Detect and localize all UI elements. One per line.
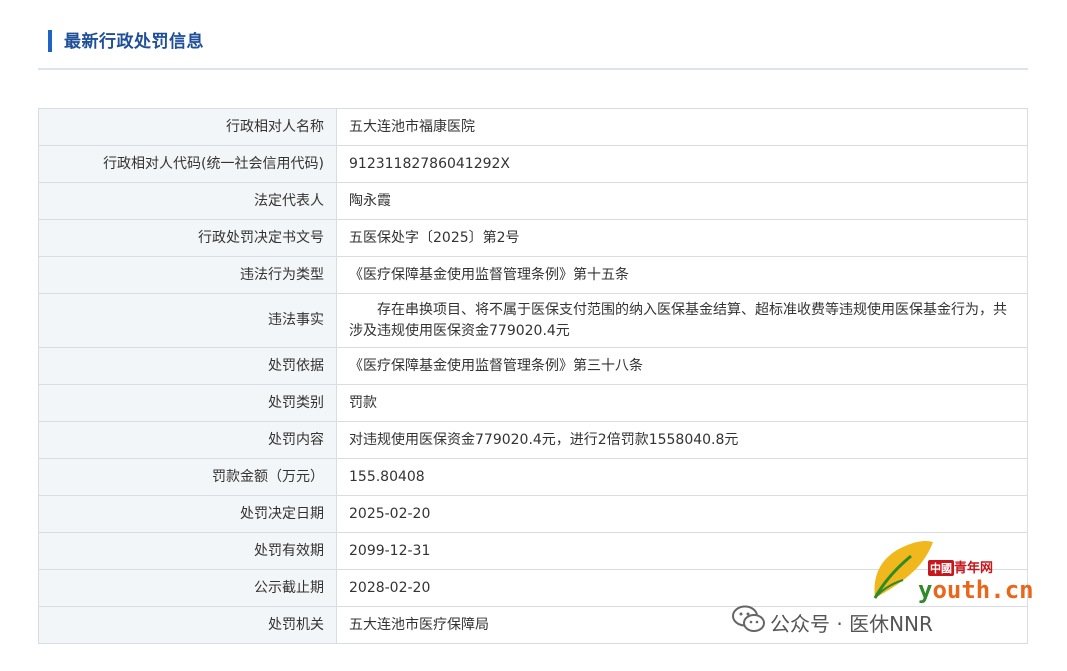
- row-label: 罚款金额（万元）: [38, 458, 337, 496]
- table-row: 行政相对人名称 五大连池市福康医院: [38, 108, 1028, 146]
- watermark: 中國 青年网 youth.cn 公众号 · 医休NNR: [732, 532, 1034, 652]
- row-label: 公示截止期: [38, 569, 337, 607]
- row-label: 处罚依据: [38, 347, 337, 385]
- wechat-icon: [732, 605, 765, 632]
- table-row: 处罚依据 《医疗保障基金使用监督管理条例》第三十八条: [38, 347, 1028, 385]
- table-row: 处罚内容 对违规使用医保资金779020.4元，进行2倍罚款1558040.8元: [38, 421, 1028, 459]
- row-value: 91231182786041292X: [336, 145, 1028, 183]
- row-label: 违法事实: [38, 293, 337, 348]
- row-label: 处罚决定日期: [38, 495, 337, 533]
- row-label: 行政相对人名称: [38, 108, 337, 146]
- table-row: 处罚决定日期 2025-02-20: [38, 495, 1028, 533]
- wechat-account-label: 公众号 · 医休NNR: [770, 612, 933, 636]
- title-accent-bar: [48, 30, 52, 52]
- table-row: 行政相对人代码(统一社会信用代码) 91231182786041292X: [38, 145, 1028, 183]
- row-label: 处罚内容: [38, 421, 337, 459]
- row-value: 五大连池市福康医院: [336, 108, 1028, 146]
- row-value: 五医保处字〔2025〕第2号: [336, 219, 1028, 257]
- brand-name: 青年网: [954, 561, 994, 576]
- brand-cn: 中國: [928, 560, 954, 576]
- domain-y: y: [918, 576, 933, 604]
- row-label: 行政处罚决定书文号: [38, 219, 337, 257]
- page-title: 最新行政处罚信息: [64, 32, 204, 52]
- table-row: 处罚类别 罚款: [38, 384, 1028, 422]
- table-row: 违法行为类型 《医疗保障基金使用监督管理条例》第十五条: [38, 256, 1028, 294]
- row-label: 法定代表人: [38, 182, 337, 220]
- row-value: 155.80408: [336, 458, 1028, 496]
- row-value: 《医疗保障基金使用监督管理条例》第三十八条: [336, 347, 1028, 385]
- row-value: 2025-02-20: [336, 495, 1028, 533]
- row-value: 对违规使用医保资金779020.4元，进行2倍罚款1558040.8元: [336, 421, 1028, 459]
- row-value: 陶永霞: [336, 182, 1028, 220]
- row-value: 罚款: [336, 384, 1028, 422]
- brand-domain: youth.cn: [918, 576, 1034, 604]
- table-row: 法定代表人 陶永霞: [38, 182, 1028, 220]
- row-value: 《医疗保障基金使用监督管理条例》第十五条: [336, 256, 1028, 294]
- domain-rest: outh.cn: [932, 576, 1034, 604]
- table-row: 违法事实 存在串换项目、将不属于医保支付范围的纳入医保基金结算、超标准收费等违规…: [38, 293, 1028, 348]
- row-value: 存在串换项目、将不属于医保支付范围的纳入医保基金结算、超标准收费等违规使用医保基…: [336, 293, 1028, 348]
- row-label: 处罚机关: [38, 606, 337, 644]
- table-row: 行政处罚决定书文号 五医保处字〔2025〕第2号: [38, 219, 1028, 257]
- row-label: 行政相对人代码(统一社会信用代码): [38, 145, 337, 183]
- row-label: 处罚有效期: [38, 532, 337, 570]
- row-label: 处罚类别: [38, 384, 337, 422]
- table-row: 罚款金额（万元） 155.80408: [38, 458, 1028, 496]
- section-header: 最新行政处罚信息: [38, 22, 1028, 70]
- brand-logo-text: 中國 青年网: [928, 557, 993, 576]
- row-label: 违法行为类型: [38, 256, 337, 294]
